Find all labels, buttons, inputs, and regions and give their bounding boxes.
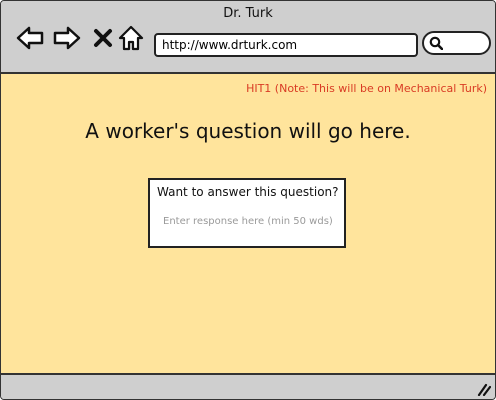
magnifier-icon xyxy=(429,36,443,50)
back-button[interactable] xyxy=(15,23,45,53)
home-icon xyxy=(118,25,144,51)
arrow-left-icon xyxy=(16,26,44,50)
response-input[interactable] xyxy=(156,210,343,232)
page-content: HIT1 (Note: This will be on Mechanical T… xyxy=(1,74,495,373)
stop-button[interactable] xyxy=(88,23,118,53)
browser-toolbar: Dr. Turk xyxy=(1,1,495,74)
search-box[interactable] xyxy=(422,31,491,55)
question-text: A worker's question will go here. xyxy=(85,119,411,143)
window-title: Dr. Turk xyxy=(223,6,273,21)
arrow-right-icon xyxy=(53,26,81,50)
answer-card-title: Want to answer this question? xyxy=(157,185,339,199)
resize-handle[interactable] xyxy=(475,381,492,397)
home-button[interactable] xyxy=(116,23,146,53)
forward-button[interactable] xyxy=(52,23,82,53)
resize-grip-icon xyxy=(477,383,492,397)
hit-note: HIT1 (Note: This will be on Mechanical T… xyxy=(246,82,487,95)
status-bar xyxy=(1,373,495,399)
answer-card: Want to answer this question? xyxy=(148,178,346,248)
x-icon xyxy=(94,29,112,47)
address-bar[interactable] xyxy=(154,33,418,57)
browser-window: Dr. Turk http://www.drturk.com HIT1 (Not… xyxy=(0,0,496,400)
